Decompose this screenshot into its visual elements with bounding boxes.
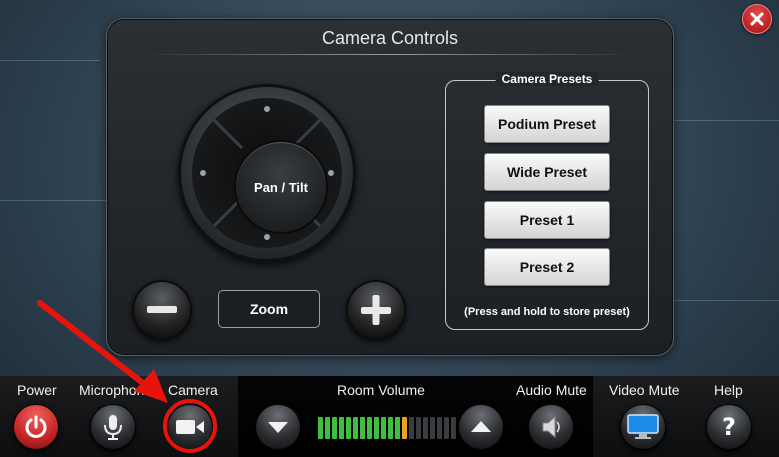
zoom-in-button[interactable] xyxy=(346,280,406,340)
zoom-label-box: Zoom xyxy=(218,290,320,328)
volume-segment xyxy=(346,417,351,439)
help-label: Help xyxy=(714,382,743,398)
pan-tilt-joystick[interactable]: Pan / Tilt xyxy=(178,84,356,262)
preset-1-button[interactable]: Preset 1 xyxy=(484,201,610,239)
volume-segment xyxy=(416,417,421,439)
power-icon xyxy=(25,415,47,438)
title-divider xyxy=(142,54,638,55)
pan-tilt-label: Pan / Tilt xyxy=(254,179,308,195)
help-button[interactable]: ? xyxy=(706,404,752,450)
camera-presets-legend: Camera Presets xyxy=(495,72,599,86)
audio-mute-label: Audio Mute xyxy=(516,382,587,398)
wide-preset-button[interactable]: Wide Preset xyxy=(484,153,610,191)
question-mark-icon: ? xyxy=(722,413,736,441)
pan-left-dot[interactable] xyxy=(200,170,206,176)
volume-segment xyxy=(367,417,372,439)
video-camera-icon xyxy=(176,420,204,434)
volume-segment xyxy=(409,417,414,439)
close-icon xyxy=(750,12,764,26)
arrow-up-icon xyxy=(471,421,491,432)
volume-segment xyxy=(395,417,400,439)
microphone-icon xyxy=(104,415,122,440)
panel-title: Camera Controls xyxy=(321,28,459,48)
pan-tilt-center: Pan / Tilt xyxy=(236,142,326,232)
volume-segment xyxy=(353,417,358,439)
tilt-down-dot[interactable] xyxy=(264,234,270,240)
volume-segment xyxy=(374,417,379,439)
tilt-up-dot[interactable] xyxy=(264,106,270,112)
video-mute-button[interactable] xyxy=(620,404,666,450)
room-volume-meter xyxy=(318,417,456,439)
volume-segment xyxy=(318,417,323,439)
speaker-icon xyxy=(542,415,560,439)
pan-tilt-ring[interactable]: Pan / Tilt xyxy=(192,98,342,248)
volume-segment xyxy=(381,417,386,439)
volume-segment xyxy=(388,417,393,439)
monitor-icon xyxy=(627,414,659,439)
room-volume-label: Room Volume xyxy=(337,382,425,398)
arrow-down-icon xyxy=(268,422,288,433)
close-button[interactable] xyxy=(742,4,772,34)
background-streak xyxy=(0,60,100,61)
volume-segment xyxy=(339,417,344,439)
volume-segment xyxy=(423,417,428,439)
background-streak xyxy=(0,200,106,201)
volume-segment xyxy=(325,417,330,439)
video-mute-label: Video Mute xyxy=(609,382,680,398)
volume-segment xyxy=(451,417,456,439)
volume-segment xyxy=(430,417,435,439)
volume-segment xyxy=(360,417,365,439)
zoom-label: Zoom xyxy=(249,301,289,317)
volume-segment xyxy=(332,417,337,439)
volume-segment xyxy=(444,417,449,439)
volume-segment xyxy=(402,417,407,439)
volume-up-button[interactable] xyxy=(458,404,504,450)
audio-mute-button[interactable] xyxy=(528,404,574,450)
pan-right-dot[interactable] xyxy=(328,170,334,176)
volume-segment xyxy=(437,417,442,439)
presets-hint: (Press and hold to store preset) xyxy=(464,306,630,318)
volume-down-button[interactable] xyxy=(255,404,301,450)
podium-preset-button[interactable]: Podium Preset xyxy=(484,105,610,143)
background-streak xyxy=(672,120,779,121)
camera-presets-group: Camera Presets Podium Preset Wide Preset… xyxy=(445,72,649,330)
annotation-arrow xyxy=(37,300,168,403)
plus-icon xyxy=(361,295,391,325)
preset-2-button[interactable]: Preset 2 xyxy=(484,248,610,286)
background-streak xyxy=(672,300,779,301)
